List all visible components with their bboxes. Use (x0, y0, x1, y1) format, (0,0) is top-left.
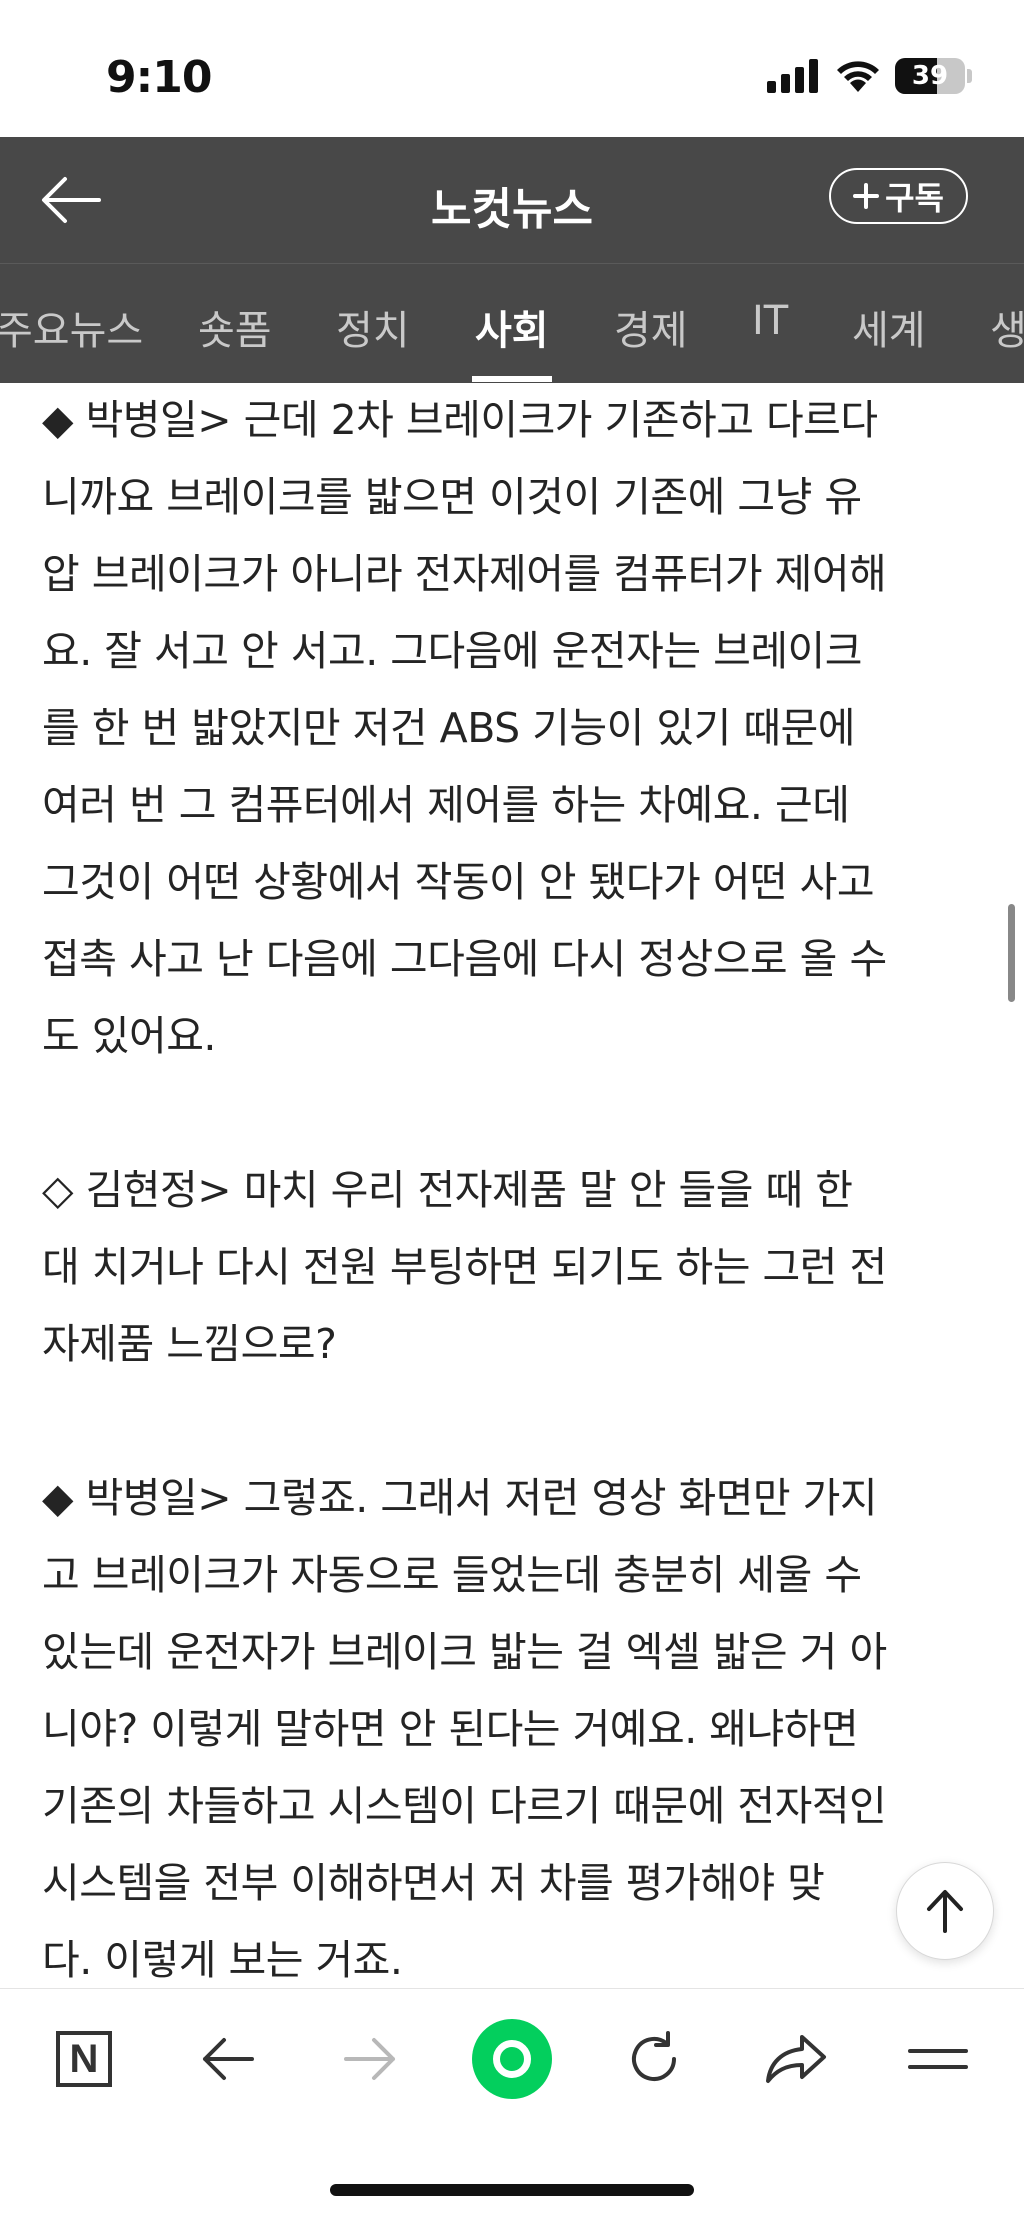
text-line: 니까요 브레이크를 밟으면 이것이 기존에 그냥 유 (42, 473, 862, 521)
status-icons: 39 (767, 58, 972, 94)
status-time: 9:10 (106, 52, 212, 103)
scroll-top-button[interactable] (896, 1862, 994, 1960)
subscribe-button[interactable]: 구독 (829, 168, 968, 224)
text-line: 를 한 번 밟았지만 저건 ABS 기능이 있기 때문에 (42, 704, 855, 752)
subscribe-label: 구독 (885, 179, 944, 217)
tab-shortform[interactable]: 숏폼 (198, 298, 272, 356)
browser-back-icon (203, 2038, 254, 2080)
text-line: 그것이 어떤 상황에서 작동이 안 됐다가 어떤 사고 (42, 858, 875, 906)
share-icon (766, 2035, 826, 2083)
text-line: 시스템을 전부 이해하면서 저 차를 평가해야 맞 (42, 1859, 825, 1907)
text-line: 요. 잘 서고 안 서고. 그다음에 운전자는 브레이크 (42, 627, 862, 675)
signal-icon (767, 59, 818, 93)
wifi-icon (837, 61, 879, 92)
paragraph: ◇ 김현정> 마치 우리 전자제품 말 안 들을 때 한 대 치거나 다시 전원… (42, 1152, 992, 1383)
text-line: 도 있어요. (42, 1012, 216, 1060)
browser-forward-button[interactable] (330, 2019, 410, 2099)
text-line: 압 브레이크가 아니라 전자제어를 컴퓨터가 제어해 (42, 550, 887, 598)
text-line: 고 브레이크가 자동으로 들었는데 충분히 세울 수 (42, 1551, 862, 1599)
browser-back-button[interactable] (188, 2019, 268, 2099)
paragraph: ◆ 박병일> 근데 2차 브레이크가 기존하고 다르다 니까요 브레이크를 밟으… (42, 382, 992, 1075)
tab-life[interactable]: 생 (990, 298, 1024, 356)
menu-icon (908, 2049, 968, 2069)
naver-home-button[interactable]: N (44, 2019, 124, 2099)
category-tabs: 주요뉴스 숏폼 정치 사회 경제 IT 세계 생 (0, 263, 1024, 383)
share-button[interactable] (756, 2019, 836, 2099)
text-line: 있는데 운전자가 브레이크 밟는 걸 엑셀 밟은 거 아 (42, 1628, 887, 1676)
text-line: 기존의 차들하고 시스템이 다르기 때문에 전자적인 (42, 1782, 887, 1830)
plus-icon (853, 183, 880, 209)
text-line: 다. 이렇게 보는 거죠. (42, 1936, 403, 1984)
tab-it[interactable]: IT (752, 298, 788, 344)
menu-button[interactable] (898, 2019, 978, 2099)
reload-icon (632, 2031, 676, 2081)
naver-home-icon: N (56, 2031, 112, 2087)
text-line: ◆ 박병일> 그렇죠. 그래서 저런 영상 화면만 가지 (42, 1474, 878, 1522)
green-window-button[interactable] (472, 2019, 552, 2099)
text-line: ◇ 김현정> 마치 우리 전자제품 말 안 들을 때 한 (42, 1166, 853, 1214)
battery-level: 39 (911, 61, 949, 91)
reload-button[interactable] (614, 2019, 694, 2099)
scrollbar[interactable] (1008, 904, 1015, 1002)
article-body: ◆ 박병일> 근데 2차 브레이크가 기존하고 다르다 니까요 브레이크를 밟으… (42, 382, 992, 1990)
text-line: 여러 번 그 컴퓨터에서 제어를 하는 차예요. 근데 (42, 781, 850, 829)
text-line: 대 치거나 다시 전원 부팅하면 되기도 하는 그런 전 (42, 1243, 887, 1291)
naver-logo-letter: N (69, 2036, 99, 2081)
status-bar: 9:10 39 (0, 0, 1024, 137)
app-header: 노컷뉴스 구독 (0, 137, 1024, 263)
paragraph: ◆ 박병일> 그렇죠. 그래서 저런 영상 화면만 가지 고 브레이크가 자동으… (42, 1460, 992, 1990)
text-line: ◆ 박병일> 근데 2차 브레이크가 기존하고 다르다 (42, 396, 878, 444)
text-line: 자제품 느낌으로? (42, 1320, 337, 1368)
text-line: 니야? 이렇게 말하면 안 된다는 거예요. 왜냐하면 (42, 1705, 859, 1753)
green-window-icon (472, 2019, 552, 2099)
tab-world[interactable]: 세계 (852, 298, 926, 356)
tab-economy[interactable]: 경제 (614, 298, 688, 356)
text-line: 접촉 사고 난 다음에 그다음에 다시 정상으로 올 수 (42, 935, 887, 983)
tab-society[interactable]: 사회 (475, 298, 549, 356)
home-indicator (330, 2184, 694, 2196)
battery-icon: 39 (895, 58, 972, 94)
browser-forward-icon (344, 2038, 395, 2080)
tab-top-news[interactable]: 주요뉴스 (0, 298, 143, 356)
tab-politics[interactable]: 정치 (336, 298, 410, 356)
scroll-top-icon (927, 1890, 963, 1933)
